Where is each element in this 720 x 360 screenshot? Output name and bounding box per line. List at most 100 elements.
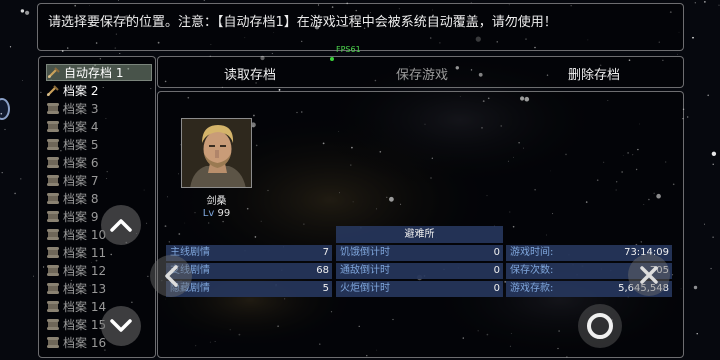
- stat-label: 通敌倒计时: [340, 265, 390, 276]
- scroll-icon: [46, 192, 60, 205]
- star: [694, 2, 696, 4]
- save-slot-label: 档案 14: [63, 300, 107, 314]
- save-slot-5[interactable]: 档案 5: [46, 136, 152, 153]
- scroll-icon: [46, 300, 60, 313]
- dagger-icon: [46, 84, 60, 97]
- scroll-icon: [46, 174, 60, 187]
- save-slot-label: 档案 7: [63, 174, 99, 188]
- save-slot-12[interactable]: 档案 12: [46, 262, 152, 279]
- star: [119, 53, 121, 54]
- save-slot-label: 档案 16: [63, 336, 107, 350]
- star: [25, 10, 30, 15]
- dpad-up-button[interactable]: [101, 205, 141, 245]
- confirm-button[interactable]: [578, 304, 622, 348]
- scroll-icon: [46, 210, 60, 223]
- dagger-icon: [47, 66, 61, 79]
- save-slot-11[interactable]: 档案 11: [46, 244, 152, 261]
- stat-label: 游戏时间:: [510, 247, 554, 258]
- chevron-left-icon: [165, 265, 178, 287]
- scroll-icon: [46, 138, 60, 151]
- notice-panel: 请选择要保存的位置。注意：【自动存档1】在游戏过程中会被系统自动覆盖，请勿使用！: [37, 3, 684, 51]
- dpad-down-button[interactable]: [101, 306, 141, 346]
- save-slot-label: 自动存档 1: [64, 66, 124, 80]
- save-slot-label: 档案 6: [63, 156, 99, 170]
- scroll-icon: [46, 156, 60, 169]
- level-value: 99: [217, 208, 231, 219]
- star: [696, 333, 698, 335]
- scroll-icon: [46, 318, 60, 331]
- stat-label: 饥饿倒计时: [340, 247, 390, 258]
- stat-value: 5: [322, 283, 329, 294]
- star: [22, 80, 23, 81]
- stat-value: 0: [493, 283, 500, 294]
- character-level: Lv 99: [181, 208, 252, 219]
- tab-load[interactable]: 读取存档: [224, 64, 276, 83]
- save-slot-7[interactable]: 档案 7: [46, 172, 152, 189]
- stat-row-main-story: 主线剧情 7: [166, 245, 332, 261]
- save-slot-label: 档案 13: [63, 282, 107, 296]
- save-slot-label: 档案 11: [63, 246, 107, 260]
- stat-value: 7: [322, 247, 329, 258]
- star: [712, 236, 714, 238]
- star: [20, 9, 25, 13]
- scroll-icon: [46, 246, 60, 259]
- stat-row-hidden-story: 隐藏剧情 5: [166, 281, 332, 297]
- cancel-button[interactable]: [628, 254, 670, 296]
- location-label: 避难所: [336, 226, 503, 243]
- scroll-icon: [46, 282, 60, 295]
- star: [692, 36, 694, 39]
- character-name: 剑桑: [206, 196, 227, 207]
- dpad-left-button[interactable]: [150, 255, 192, 297]
- scroll-icon: [46, 228, 60, 241]
- scroll-icon: [46, 264, 60, 277]
- save-slot-3[interactable]: 档案 3: [46, 100, 152, 117]
- save-slot-label: 档案 15: [63, 318, 107, 332]
- action-tabs: 读取存档 保存游戏 删除存档: [157, 56, 684, 88]
- save-slot-2[interactable]: 档案 2: [46, 82, 152, 99]
- status-dot: [330, 57, 334, 61]
- save-slot-4[interactable]: 档案 4: [46, 118, 152, 135]
- level-label: Lv: [202, 208, 215, 219]
- star: [677, 53, 678, 55]
- character-portrait: [181, 118, 252, 188]
- save-slot-8[interactable]: 档案 8: [46, 190, 152, 207]
- stat-value: 0: [493, 265, 500, 276]
- scroll-icon: [46, 102, 60, 115]
- star: [704, 1, 706, 3]
- save-slot-label: 档案 5: [63, 138, 99, 152]
- star: [693, 285, 698, 290]
- star: [710, 267, 712, 270]
- scroll-icon: [46, 336, 60, 349]
- tab-delete[interactable]: 删除存档: [568, 64, 620, 83]
- stat-label: 游戏存款:: [510, 283, 554, 294]
- save-slot-label: 档案 4: [63, 120, 99, 134]
- star: [1, 172, 3, 174]
- notice-text: 请选择要保存的位置。注意：【自动存档1】在游戏过程中会被系统自动覆盖，请勿使用！: [48, 15, 557, 30]
- chevron-up-icon: [110, 219, 132, 232]
- star: [33, 275, 34, 277]
- save-slot-label: 档案 12: [63, 264, 107, 278]
- tab-save[interactable]: 保存游戏: [396, 64, 448, 83]
- stat-value: 0: [493, 247, 500, 258]
- star: [14, 192, 16, 195]
- save-slot-label: 档案 2: [63, 84, 99, 98]
- star: [704, 223, 705, 225]
- chevron-down-icon: [110, 319, 132, 332]
- star: [9, 46, 12, 48]
- save-slot-6[interactable]: 档案 6: [46, 154, 152, 171]
- x-cross-icon: [640, 266, 658, 284]
- save-slot-1[interactable]: 自动存档 1: [46, 64, 152, 81]
- stat-label: 火炬倒计时: [340, 283, 390, 294]
- save-slot-13[interactable]: 档案 13: [46, 280, 152, 297]
- star: [712, 163, 714, 165]
- scroll-icon: [46, 120, 60, 133]
- save-slot-label: 档案 3: [63, 102, 99, 116]
- stat-row-torch: 火炬倒计时 0: [336, 281, 503, 297]
- save-slot-label: 档案 9: [63, 210, 99, 224]
- save-slot-list: 自动存档 1 档案 2 档案 3 档案 4 档案 5 档案 6 档案 7 档案 8 档案 9 档案…: [38, 56, 156, 358]
- star: [271, 53, 273, 54]
- star: [20, 178, 22, 180]
- save-slot-label: 档案 10: [63, 228, 107, 242]
- star: [707, 94, 709, 97]
- ring-icon: [587, 313, 613, 339]
